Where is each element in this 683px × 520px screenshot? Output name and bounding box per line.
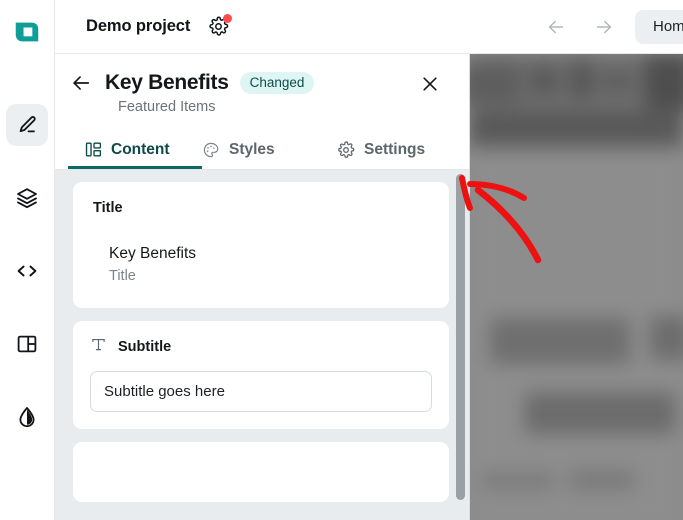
project-title: Demo project — [86, 17, 191, 35]
page-title: Key Benefits — [105, 71, 229, 94]
code-brackets-icon — [17, 265, 37, 277]
tab-styles[interactable]: Styles — [202, 133, 337, 169]
sidebar-item-layers[interactable] — [6, 177, 48, 219]
panel-tabs: Content Styles Settings — [55, 133, 469, 170]
sidebar-item-layout[interactable] — [6, 323, 48, 365]
notification-dot — [223, 13, 233, 23]
panel-subtitle: Featured Items — [118, 99, 216, 115]
text-t-icon — [90, 336, 107, 358]
content-editor-panel: Key Benefits Changed Featured Items Cont… — [55, 54, 470, 520]
subtitle-input[interactable]: Subtitle goes here — [90, 371, 432, 413]
home-button[interactable]: Home — [634, 9, 683, 44]
panel-title-row: Key Benefits Changed — [68, 70, 455, 96]
sidebar-item-edit[interactable] — [6, 104, 48, 146]
field-hint-title: Title — [109, 268, 136, 285]
gear-icon — [337, 140, 355, 159]
close-panel-button[interactable] — [417, 71, 443, 97]
nav-back-button[interactable] — [539, 10, 573, 44]
project-settings-button[interactable] — [207, 13, 233, 38]
field-card-title-label: Title — [93, 200, 123, 216]
panel-scrollbar-thumb[interactable] — [456, 174, 465, 500]
home-button-label: Home — [652, 18, 683, 35]
arrow-right-icon — [596, 20, 612, 33]
arrow-left-icon — [73, 76, 90, 90]
left-nav-rail — [0, 0, 55, 520]
top-bar: Demo project Home — [55, 0, 683, 54]
field-value-title: Key Benefits — [109, 245, 197, 262]
page-preview-canvas[interactable] — [470, 54, 683, 520]
field-card-subtitle-label: Subtitle — [118, 339, 172, 356]
panel-header: Key Benefits Changed Featured Items — [55, 54, 469, 115]
panel-scroll-body: Title Key Benefits Title Subtitle Subtit… — [55, 170, 469, 520]
sidebar-item-code[interactable] — [6, 250, 48, 292]
field-cards-list: Title Key Benefits Title Subtitle Subtit… — [55, 170, 469, 515]
content-blocks-icon — [85, 141, 102, 158]
palette-icon — [202, 141, 220, 159]
top-bar-right-group: Home — [539, 9, 683, 44]
sidebar-item-theme[interactable] — [6, 396, 48, 438]
app-logo[interactable] — [7, 12, 47, 52]
tab-content[interactable]: Content — [68, 133, 202, 169]
pencil-icon — [19, 116, 36, 133]
status-badge: Changed — [239, 72, 315, 94]
subtitle-input-value: Subtitle goes here — [104, 383, 225, 401]
arrow-left-icon — [548, 20, 564, 33]
layers-icon — [17, 188, 37, 209]
stackbit-logo-icon — [15, 22, 39, 42]
field-card-title[interactable]: Title Key Benefits Title — [73, 182, 449, 309]
tab-content-label: Content — [111, 140, 170, 158]
tab-styles-label: Styles — [229, 140, 275, 158]
tab-settings-label: Settings — [364, 140, 426, 158]
close-x-icon — [423, 77, 437, 91]
panel-back-button[interactable] — [68, 70, 94, 96]
preview-blur-layer — [470, 54, 683, 520]
panel-scrollbar-track[interactable] — [455, 170, 466, 520]
app-window: Demo project Home — [0, 0, 683, 520]
field-card-title-body: Key Benefits Title — [93, 242, 429, 284]
contrast-droplet-icon — [19, 407, 35, 428]
field-card-next[interactable] — [73, 442, 449, 503]
tab-settings[interactable]: Settings — [337, 133, 467, 169]
nav-forward-button[interactable] — [587, 10, 621, 44]
layout-panels-icon — [17, 335, 37, 353]
field-card-subtitle-header: Subtitle — [90, 336, 432, 358]
field-card-subtitle[interactable]: Subtitle Subtitle goes here — [73, 321, 449, 430]
